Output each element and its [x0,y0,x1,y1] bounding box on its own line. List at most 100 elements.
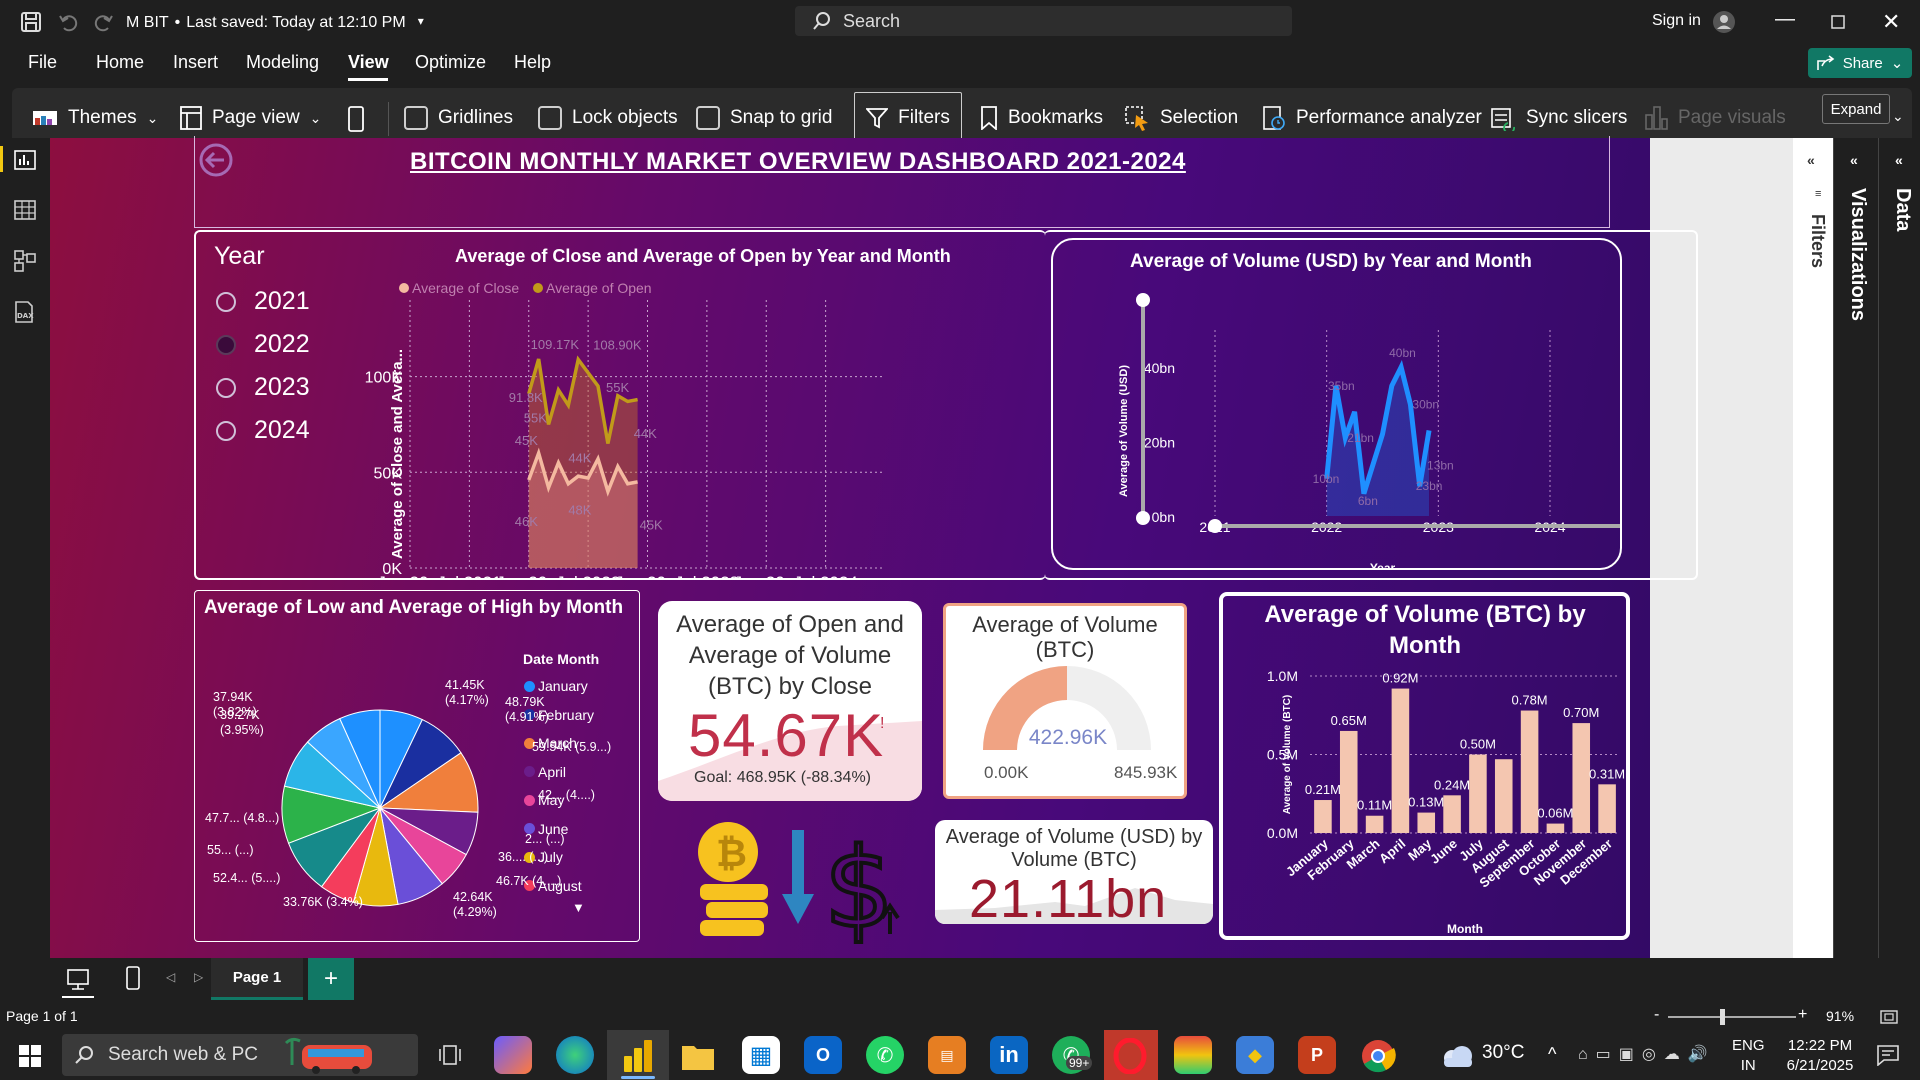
page-tab-1[interactable]: Page 1 [211,958,303,1000]
menu-file[interactable]: File [28,52,57,73]
maximize-icon[interactable] [1831,15,1845,29]
pie-data-label: 36.... (...) [498,850,549,864]
zoom-slider-thumb[interactable] [1720,1009,1725,1025]
phone-layout-icon[interactable] [126,966,140,990]
expand-ribbon-chevron-icon[interactable]: ⌄ [1892,108,1904,125]
model-view-icon[interactable] [14,250,36,272]
taskbar-clock[interactable]: 12:22 PM 6/21/2025 [1778,1036,1862,1076]
whatsapp-icon[interactable]: ✆ [866,1036,904,1074]
opera-browser-icon[interactable] [1112,1038,1148,1074]
year-option-2024[interactable]: 2024 [216,409,310,452]
year-option-2021[interactable]: 2021 [216,280,310,323]
menu-help[interactable]: Help [514,52,551,73]
page-prev-icon[interactable]: ◁ [166,970,175,984]
close-icon[interactable]: ✕ [1882,9,1900,35]
menu-home[interactable]: Home [96,52,144,73]
back-arrow-icon[interactable] [198,142,234,178]
task-view-icon[interactable] [438,1044,462,1066]
outlook-icon[interactable]: O [804,1036,842,1074]
add-page-button[interactable]: + [308,958,354,1000]
kpi-usd-card[interactable]: Average of Volume (USD) by Volume (BTC) … [935,820,1213,924]
python-icon[interactable]: ◆ [1236,1036,1274,1074]
powerpoint-icon[interactable]: P [1298,1036,1336,1074]
weather-cloud-icon[interactable] [1440,1044,1474,1068]
save-icon[interactable] [20,11,42,33]
show-hidden-icons-chevron[interactable]: ^ [1548,1044,1556,1065]
left-view-nav: DAX [0,138,50,958]
report-view-icon[interactable] [14,150,36,170]
minimize-icon[interactable]: — [1775,8,1795,31]
filter-mini-icon: ≡ [1815,188,1822,200]
copilot-icon[interactable] [494,1036,532,1074]
volume-btc-bar-chart[interactable]: 0.0M0.5M1.0MAverage of Volume (BTC) 0.21M… [1226,668,1626,938]
expand-chevron-icon[interactable]: « [1807,152,1815,168]
menu-modeling[interactable]: Modeling [246,52,319,73]
clock-time: 12:22 PM [1787,1037,1853,1054]
page-view-icon [180,106,202,130]
desktop-layout-icon[interactable] [66,968,90,992]
bar-value-label: 0.31M [1589,766,1625,781]
zoom-in-button[interactable]: + [1798,1006,1807,1024]
edge-browser-icon[interactable] [556,1036,594,1074]
close-open-line-chart[interactable]: 0K50K100KJan 20...Jul 2021Jan 20...Jul 2… [340,268,1080,578]
bar-value-label: 0.92M [1382,671,1418,686]
chrome-browser-icon[interactable] [1360,1038,1396,1074]
table-view-icon[interactable] [14,200,36,220]
notification-center-icon[interactable] [1876,1044,1900,1066]
gauge-card[interactable]: Average of Volume (BTC) 422.96K 0.00K 84… [943,603,1187,799]
windows-start-icon[interactable] [18,1044,42,1068]
year-option-label: 2022 [254,330,310,358]
microsoft-store-icon[interactable]: ▦ [742,1036,780,1074]
legend-marker-close [399,283,409,293]
weather-temperature[interactable]: 30°C [1482,1042,1524,1064]
pie-data-label: 55... (...) [207,843,254,857]
system-tray-icons[interactable]: ⌂▭▣◎☁🔊 [1578,1044,1716,1064]
menu-insert[interactable]: Insert [173,52,218,73]
menu-view[interactable]: View [348,52,389,73]
fit-to-page-icon[interactable] [1880,1010,1898,1024]
undo-icon[interactable] [58,12,78,32]
x-tick-label: Jul 2023 [675,573,739,578]
stacked-app-icon[interactable] [1174,1036,1212,1074]
themes-icon [33,111,57,125]
pie-legend-item[interactable]: April [524,758,594,787]
pie-data-label: 2... (...) [525,832,565,846]
year-option-label: 2024 [254,416,310,444]
linkedin-icon[interactable]: in [990,1036,1028,1074]
year-option-2022[interactable]: 2022 [216,323,310,366]
legend-scroll-down-icon[interactable]: ▼ [572,900,585,915]
search-box[interactable]: Search [795,6,1292,36]
data-label: 35bn [1328,379,1355,393]
data-label: 108.90K [593,338,642,353]
redo-icon[interactable] [94,12,114,32]
year-option-2023[interactable]: 2023 [216,366,310,409]
sync-slicers-label: Sync slicers [1526,107,1628,128]
zoom-out-button[interactable]: - [1654,1006,1659,1024]
menu-optimize[interactable]: Optimize [415,52,486,73]
page-next-icon[interactable]: ▷ [194,970,203,984]
share-button[interactable]: Share ⌄ [1808,48,1912,78]
data-label: 44K [568,451,591,466]
chevron-down-icon: ⌄ [1890,55,1904,72]
power-bi-icon[interactable] [620,1038,656,1074]
dax-query-view-icon[interactable]: DAX [12,300,36,324]
volume-usd-line-chart[interactable]: 0bn20bn40bn2021202220232024YearAverage o… [1060,278,1620,568]
pie-data-label: 42... (4....) [538,788,595,802]
data-pane-collapsed[interactable]: « Data [1878,138,1920,958]
input-language[interactable]: ENG IN [1732,1036,1765,1076]
expand-chevron-icon[interactable]: « [1895,152,1903,168]
mobile-layout-icon[interactable] [348,106,364,132]
data-label: 46K [515,514,538,529]
taskbar-search-box[interactable]: Search web & PC [62,1034,418,1076]
expand-chevron-icon[interactable]: « [1850,152,1858,168]
visualizations-pane-collapsed[interactable]: « Visualizations [1833,138,1875,958]
file-explorer-icon[interactable] [680,1040,716,1072]
pdf-reader-icon[interactable]: ▤ [928,1036,966,1074]
file-name[interactable]: M BIT • Last saved: Today at 12:10 PM ▾ [126,14,424,32]
filters-pane-collapsed[interactable]: « ≡ Filters [1793,138,1833,958]
sign-in-link[interactable]: Sign in [1652,12,1701,30]
kpi-open-card[interactable]: Average of Open and Average of Volume (B… [658,601,922,801]
user-avatar-icon[interactable] [1712,10,1736,34]
zoom-slider-track[interactable] [1668,1016,1796,1018]
zoom-level[interactable]: 91% [1826,1008,1854,1024]
